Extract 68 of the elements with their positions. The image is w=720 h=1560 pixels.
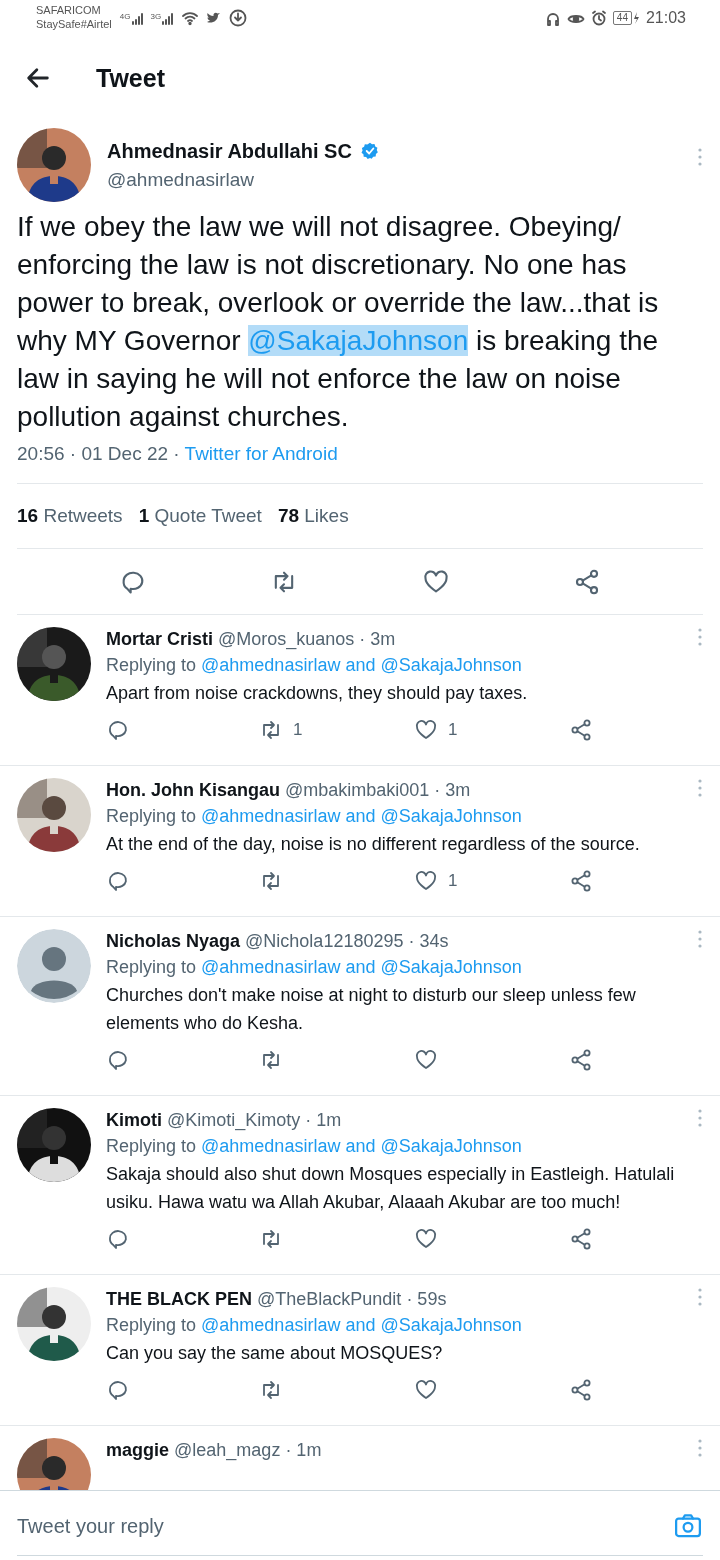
mention-link[interactable]: @ahmednasirlaw and @SakajaJohnson	[201, 1315, 522, 1335]
mention-link[interactable]: @ahmednasirlaw and @SakajaJohnson	[201, 1136, 522, 1156]
reply-handle-time: @Nichola12180295 · 34s	[245, 931, 449, 951]
action-button[interactable]	[569, 1377, 593, 1403]
replying-to-line: Replying to @ahmednasirlaw and @SakajaJohnson	[106, 1314, 523, 1337]
mention-link[interactable]: @ahmednasirlaw and @SakajaJohnson	[201, 655, 522, 675]
share-icon	[569, 718, 593, 743]
author-name: Ahmednasir Abdullahi SC	[107, 139, 352, 164]
clock-time: 21:03	[645, 8, 686, 28]
stat-count[interactable]: 78 Likes	[277, 501, 349, 530]
action-count: 1	[448, 870, 458, 893]
replying-to-line: Replying to @ahmednasirlaw and @SakajaJohnson	[106, 956, 523, 979]
share-icon	[569, 1227, 593, 1252]
alarm-icon	[590, 10, 607, 26]
mention-link[interactable]: @ahmednasirlaw and @SakajaJohnson	[201, 957, 522, 977]
reply-text: At the end of the day, noise is no different regardless of the source.	[106, 833, 641, 856]
reply-author-name: maggie	[106, 1440, 170, 1460]
action-button[interactable]	[569, 1226, 593, 1252]
reply-handle-time: @Moros_kuanos · 3m	[218, 629, 396, 649]
tweet-text: If we obey the law we will not disagree. Obeying/ enforcing the law is not discretionary. No one has power to break, overlook or override the law...that is why MY Governor @SakajaJohnson is breaking the law in saying he will not enforce the law on noise pollution against churches.	[17, 210, 660, 434]
reply-handle-time: @TheBlackPundit · 59s	[257, 1289, 447, 1309]
reply-author-name: Kimoti	[106, 1110, 162, 1130]
reply-text: Churches don't make noise at night to disturb our sleep unless few elements who do Kesha.	[106, 984, 637, 1035]
mention-link[interactable]: @SakajaJohnson	[248, 325, 469, 356]
network-type: 3G	[150, 11, 162, 23]
reply-icon	[106, 869, 130, 894]
wifi-icon	[181, 10, 200, 26]
reply-icon	[106, 718, 130, 743]
download-icon	[229, 9, 248, 27]
replying-to-line: Replying to @ahmednasirlaw and @SakajaJohnson	[106, 805, 523, 828]
reply-text: Apart from noise crackdowns, they should pay taxes.	[106, 682, 529, 705]
action-button[interactable]	[569, 717, 593, 743]
author-handle: @ahmednasirlaw	[107, 168, 256, 192]
action-button[interactable]	[569, 1047, 593, 1073]
action-button[interactable]	[569, 868, 593, 894]
share-icon	[569, 869, 593, 894]
replying-to-line: Replying to @ahmednasirlaw and @SakajaJohnson	[106, 654, 523, 677]
reply-author-name: Mortar Cristi	[106, 629, 213, 649]
signal-icon	[130, 11, 145, 25]
action-count: 1	[448, 719, 458, 742]
network-type: 4G	[119, 11, 131, 23]
reply-author-name: THE BLACK PEN	[106, 1289, 252, 1309]
reply-handle-time: @Kimoti_Kimoty · 1m	[167, 1110, 342, 1130]
reply-icon	[106, 1227, 130, 1252]
default-avatar-icon	[17, 929, 91, 1003]
stat-count[interactable]: 1 Quote Tweet	[138, 501, 262, 530]
reply-handle-time: @leah_magz · 1m	[174, 1440, 322, 1460]
reply-author-name: Hon. John Kisangau	[106, 780, 280, 800]
reply-text: Can you say the same about MOSQUES?	[106, 1342, 444, 1365]
reply-icon	[106, 1048, 130, 1073]
signal-icon	[161, 11, 176, 25]
replying-to-line: Replying to @ahmednasirlaw and @SakajaJohnson	[106, 1135, 523, 1158]
battery-level: 44	[612, 11, 632, 25]
reply-icon	[106, 1378, 130, 1403]
reply-text: Sakaja should also shut down Mosques especially in Eastleigh. Hatulali usiku. Hawa watu wa Allah Akubar, Alaaah Akubar are too much!	[106, 1163, 676, 1214]
headphones-icon	[544, 10, 561, 26]
stat-count[interactable]: 16 Retweets	[17, 501, 123, 530]
reply-handle-time: @mbakimbaki001 · 3m	[285, 780, 471, 800]
tweet-timestamp: 20:56 · 01 Dec 22 ·	[17, 443, 181, 464]
reply-author-name: Nicholas Nyaga	[106, 931, 241, 951]
carrier-name: SAFARICOM	[36, 3, 102, 17]
page-title: Tweet	[96, 63, 165, 93]
action-count: 1	[293, 719, 303, 742]
carrier-name: StaySafe#Airtel	[36, 17, 112, 31]
mention-link[interactable]: @ahmednasirlaw and @SakajaJohnson	[201, 806, 522, 826]
source-link[interactable]: Twitter for Android	[184, 443, 338, 464]
share-icon	[569, 1378, 593, 1403]
share-icon	[569, 1048, 593, 1073]
